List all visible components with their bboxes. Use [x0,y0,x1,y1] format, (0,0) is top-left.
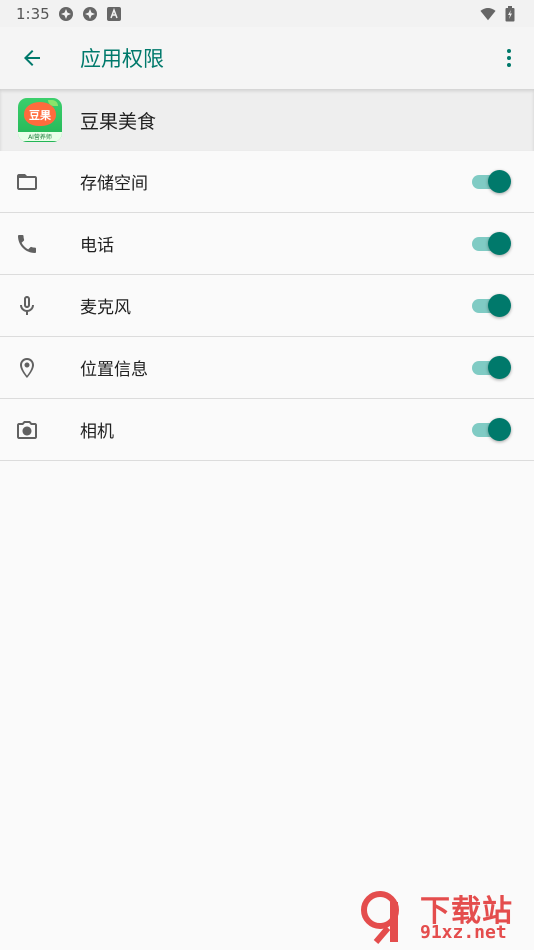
app-bar: 应用权限 [0,27,534,89]
permission-toggle-camera[interactable] [472,417,512,443]
toggle-thumb [488,417,511,441]
app-icon-text: 豆果 [29,109,51,122]
back-button[interactable] [0,27,64,89]
toggle-thumb [488,231,511,255]
battery-icon [502,5,518,22]
permission-toggle-location[interactable] [472,355,512,381]
phone-icon [14,231,40,257]
more-vert-icon [507,49,511,67]
wifi-icon [480,6,496,22]
permission-row-storage[interactable]: 存储空间 [0,151,534,213]
location-icon [14,355,40,381]
microphone-icon [14,293,40,319]
permission-row-location[interactable]: 位置信息 [0,337,534,399]
status-left: 1:35 [16,5,122,23]
permission-label: 相机 [80,422,114,442]
more-options-button[interactable] [484,27,534,89]
permission-toggle-microphone[interactable] [472,293,512,319]
permission-row-camera[interactable]: 相机 [0,399,534,461]
camera-icon [14,417,40,443]
pinwheel-icon [58,6,74,22]
app-header: 豆果 AI营养师 豆果美食 [0,89,534,151]
permission-toggle-phone[interactable] [472,231,512,257]
permission-toggle-storage[interactable] [472,169,512,195]
permission-list: 存储空间 电话 麦克风 位置信息 相机 [0,151,534,461]
permission-label: 位置信息 [80,360,148,380]
permission-label: 电话 [80,236,114,256]
toggle-thumb [488,169,511,193]
folder-icon [14,169,40,195]
app-icon: 豆果 AI营养师 [18,98,62,142]
page-title: 应用权限 [80,47,164,71]
a-icon [106,6,122,22]
app-icon-subtext: AI营养师 [18,132,62,141]
status-right [480,5,518,22]
app-name: 豆果美食 [80,110,157,133]
toggle-thumb [488,293,511,317]
status-bar: 1:35 [0,0,534,27]
permission-label: 存储空间 [80,174,148,194]
watermark-logo-icon [361,891,399,944]
toggle-thumb [488,355,511,379]
status-time: 1:35 [16,4,50,23]
watermark: 下载站 91xz.net [360,886,530,948]
permission-label: 麦克风 [80,298,131,318]
watermark-url: 91xz.net [420,922,507,943]
arrow-left-icon [24,50,40,66]
pinwheel-icon [82,6,98,22]
permission-row-phone[interactable]: 电话 [0,213,534,275]
permission-row-microphone[interactable]: 麦克风 [0,275,534,337]
